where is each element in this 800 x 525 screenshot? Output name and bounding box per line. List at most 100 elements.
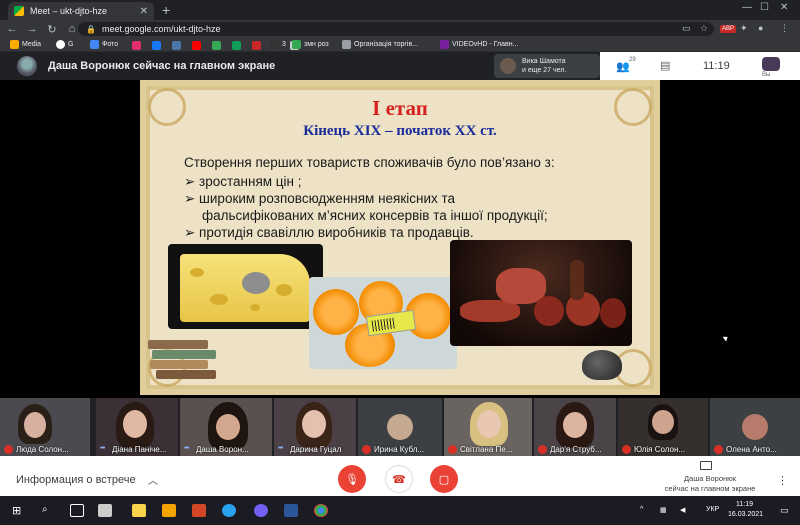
notifications-icon[interactable]: ▭ [780,505,789,516]
chrome-icon[interactable] [314,504,328,517]
leave-call-button[interactable]: ☎ [385,465,413,493]
browser-menu-icon[interactable]: ⋮ [780,23,789,34]
mic-off-icon: 🎙 [345,473,359,486]
bookmark-organization[interactable]: Організація торгів... [342,40,418,49]
participant-tile[interactable]: ••• Дарина Гуцал [274,398,356,456]
participant-tile[interactable]: Дар'я Струб... [534,398,616,456]
lock-icon: 🔒 [86,24,96,34]
minimize-icon[interactable]: — [742,2,752,13]
file-explorer-icon[interactable] [132,504,146,517]
participant-tile[interactable]: Юлія Солон... [618,398,708,456]
participant-avatar [387,414,413,440]
bookmark-star-icon[interactable]: ☆ [700,23,708,34]
window-close-icon[interactable]: ✕ [780,2,788,13]
participant-tile[interactable]: ••• Даша Ворон... [180,398,272,456]
participant-tile[interactable]: Ирина Кубл... [358,398,442,456]
camera-off-icon: ▢ [438,473,450,486]
taskbar-date[interactable]: 16.03.2021 [728,511,763,518]
bookmark-google[interactable]: G [56,40,73,49]
adblock-extension-icon[interactable]: ABP [720,25,737,33]
tab-close-icon[interactable]: ✕ [140,6,148,17]
powerpoint-icon[interactable] [192,504,206,517]
input-language[interactable]: УКР [706,506,719,513]
participant-name: Олена Анто... [726,445,777,454]
active-viewers[interactable]: Вика Шамота и еще 27 чел. [494,54,600,78]
task-view-icon[interactable] [70,504,84,517]
participant-name: Люда Солон... [16,445,69,454]
vk-icon[interactable] [172,41,181,50]
mic-off-icon [362,445,371,454]
participant-tile[interactable]: Олена Анто... [710,398,800,456]
camera-extension-icon[interactable]: ▭ [682,23,691,34]
browser-tab-meet[interactable]: Meet – ukt-djto-hze ✕ [8,2,154,20]
extensions-puzzle-icon[interactable]: ✦ [740,23,748,34]
slide-bullet: ➢ широким розповсюдженням неякісних та [184,191,456,206]
participant-tile[interactable]: Світлана Пе... [444,398,532,456]
counter-icon [270,40,279,49]
viber-icon[interactable] [254,504,268,517]
bookmark-zmn[interactable]: змн роз [292,40,329,49]
chat-icon[interactable]: ▤ [660,59,670,72]
forward-arrow-icon[interactable]: → [24,23,40,35]
participant-tile[interactable]: ••• Діана Паніче... [96,398,178,456]
network-icon[interactable]: ▦ [660,506,667,514]
present-screen-icon[interactable] [700,461,712,470]
new-tab-icon[interactable]: + [162,3,170,17]
presenting-status[interactable]: Даша Воронюк сейчас на главном экране [640,474,780,494]
presenter-banner: Даша Воронюк сейчас на главном экране [48,60,276,72]
taskbar-time[interactable]: 11:19 [736,501,753,508]
profile-avatar-icon[interactable]: ● [758,23,763,33]
youtube-icon[interactable] [192,41,201,50]
mic-toggle-button[interactable]: 🎙 [338,465,366,493]
meet-header: Даша Воронюк сейчас на главном экране Ви… [0,52,800,80]
mic-off-icon [538,445,547,454]
facebook-icon[interactable] [152,41,161,50]
mouse-figure [242,272,270,294]
address-url: meet.google.com/ukt-djto-hze [101,24,221,34]
mic-off-icon [4,445,13,454]
mic-off-icon [714,445,723,454]
sausage-image [450,240,632,346]
telegram-icon[interactable] [222,504,236,517]
windows-start-icon[interactable]: ⊞ [12,504,21,517]
tray-chevron-icon[interactable]: ^ [640,506,643,513]
bookmark-counter[interactable]: 3 [270,40,286,49]
viewer-name: Вика Шамота [522,58,566,65]
viewer-avatar [500,58,516,74]
camera-toggle-button[interactable]: ▢ [430,465,458,493]
cheese-image [168,244,323,329]
people-count: 29 [629,57,636,63]
address-bar[interactable]: 🔒 meet.google.com/ukt-djto-hze ☆ [78,22,714,36]
participants-strip: Люда Солон... ••• Діана Паніче... ••• Да… [0,398,800,456]
mic-off-icon [622,445,631,454]
slide-title: І етап [372,96,428,120]
self-video-thumbnail[interactable] [762,57,780,71]
volume-icon[interactable]: ◀ [680,506,685,514]
participant-tile[interactable]: Люда Солон... [0,398,90,456]
search-icon[interactable]: ⌕ [42,504,48,515]
slide-bullet: ➢ зростанням цін ; [184,174,302,189]
people-icon[interactable]: 👥 [616,60,630,73]
chevron-up-icon[interactable]: ︿ [148,472,158,487]
self-label: Вы [762,72,771,78]
tab-title: Meet – ukt-djto-hze [30,6,108,16]
bookmark-photo[interactable]: Фото [90,40,118,49]
bookmark-media[interactable]: Media [10,40,41,49]
bookmark-download-icon[interactable] [232,41,241,50]
browser-tabstrip: Meet – ukt-djto-hze ✕ + — ☐ ✕ [0,0,800,20]
more-options-icon[interactable]: ⋮ [777,474,788,487]
participant-name: Дар'я Струб... [550,445,602,454]
bookmark-green-icon[interactable] [212,41,221,50]
reload-icon[interactable]: ↻ [44,23,60,36]
bookmark-red-icon[interactable] [252,41,261,50]
word-icon[interactable] [284,504,298,517]
back-arrow-icon[interactable]: ← [4,23,20,35]
instagram-icon[interactable] [132,41,141,50]
bookmarks-bar: Media G Фото 3 змн роз Організація торгі… [0,38,800,52]
meeting-info-button[interactable]: Информация о встрече [16,474,136,486]
bookmark-videovhd[interactable]: VIDEOvHD - Главн... [440,40,518,49]
taskbar-app-icon[interactable] [98,504,112,517]
maximize-icon[interactable]: ☐ [760,2,769,13]
taskbar-app-icon[interactable] [162,504,176,517]
folder-icon [10,40,19,49]
